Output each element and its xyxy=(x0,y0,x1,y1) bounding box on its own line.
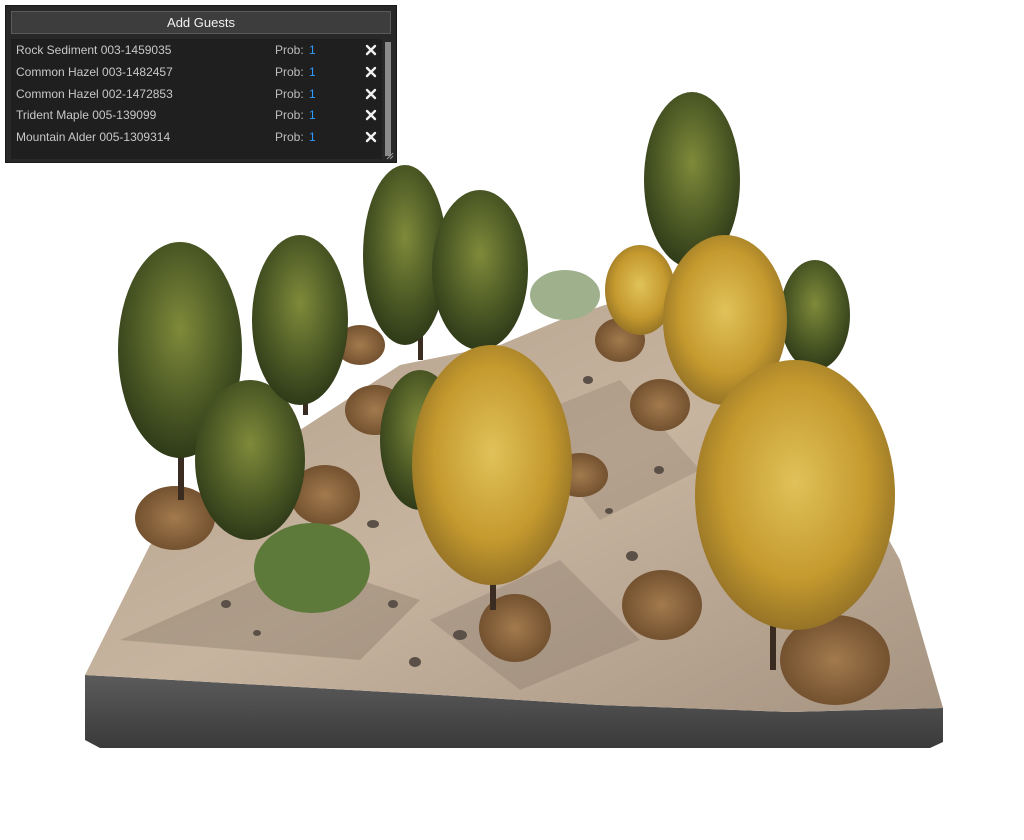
guest-row: Common Hazel 002-1472853 Prob: 1 xyxy=(11,83,382,105)
prob-value-field[interactable]: 1 xyxy=(309,61,316,83)
prob-label: Prob: xyxy=(275,87,304,101)
prob-value-field[interactable]: 1 xyxy=(309,83,316,105)
guest-name: Trident Maple 005-139099 xyxy=(16,108,157,122)
guest-row: Rock Sediment 003-1459035 Prob: 1 xyxy=(11,39,382,61)
resize-grip-icon[interactable] xyxy=(386,152,394,160)
close-icon[interactable] xyxy=(365,131,377,143)
prob-label: Prob: xyxy=(275,43,304,57)
close-icon[interactable] xyxy=(365,109,377,121)
prob-value-field[interactable]: 1 xyxy=(309,39,316,61)
prob-label: Prob: xyxy=(275,108,304,122)
close-icon[interactable] xyxy=(365,66,377,78)
guest-row: Common Hazel 003-1482457 Prob: 1 xyxy=(11,61,382,83)
prob-label: Prob: xyxy=(275,65,304,79)
prob-value-field[interactable]: 1 xyxy=(309,126,316,148)
prob-value-field[interactable]: 1 xyxy=(309,104,316,126)
guest-name: Mountain Alder 005-1309314 xyxy=(16,130,171,144)
close-icon[interactable] xyxy=(365,88,377,100)
add-guests-panel: Add Guests Rock Sediment 003-1459035 Pro… xyxy=(5,5,397,163)
guest-name: Rock Sediment 003-1459035 xyxy=(16,43,172,57)
guest-row: Trident Maple 005-139099 Prob: 1 xyxy=(11,104,382,126)
scroll-thumb[interactable] xyxy=(385,42,391,156)
guest-list-scrollbar[interactable] xyxy=(385,42,391,156)
prob-label: Prob: xyxy=(275,130,304,144)
guest-list: Rock Sediment 003-1459035 Prob: 1 Common… xyxy=(11,39,382,159)
close-icon[interactable] xyxy=(365,44,377,56)
guest-name: Common Hazel 003-1482457 xyxy=(16,65,173,79)
guest-row: Mountain Alder 005-1309314 Prob: 1 xyxy=(11,126,382,148)
add-guests-button[interactable]: Add Guests xyxy=(11,11,391,34)
guest-name: Common Hazel 002-1472853 xyxy=(16,87,173,101)
